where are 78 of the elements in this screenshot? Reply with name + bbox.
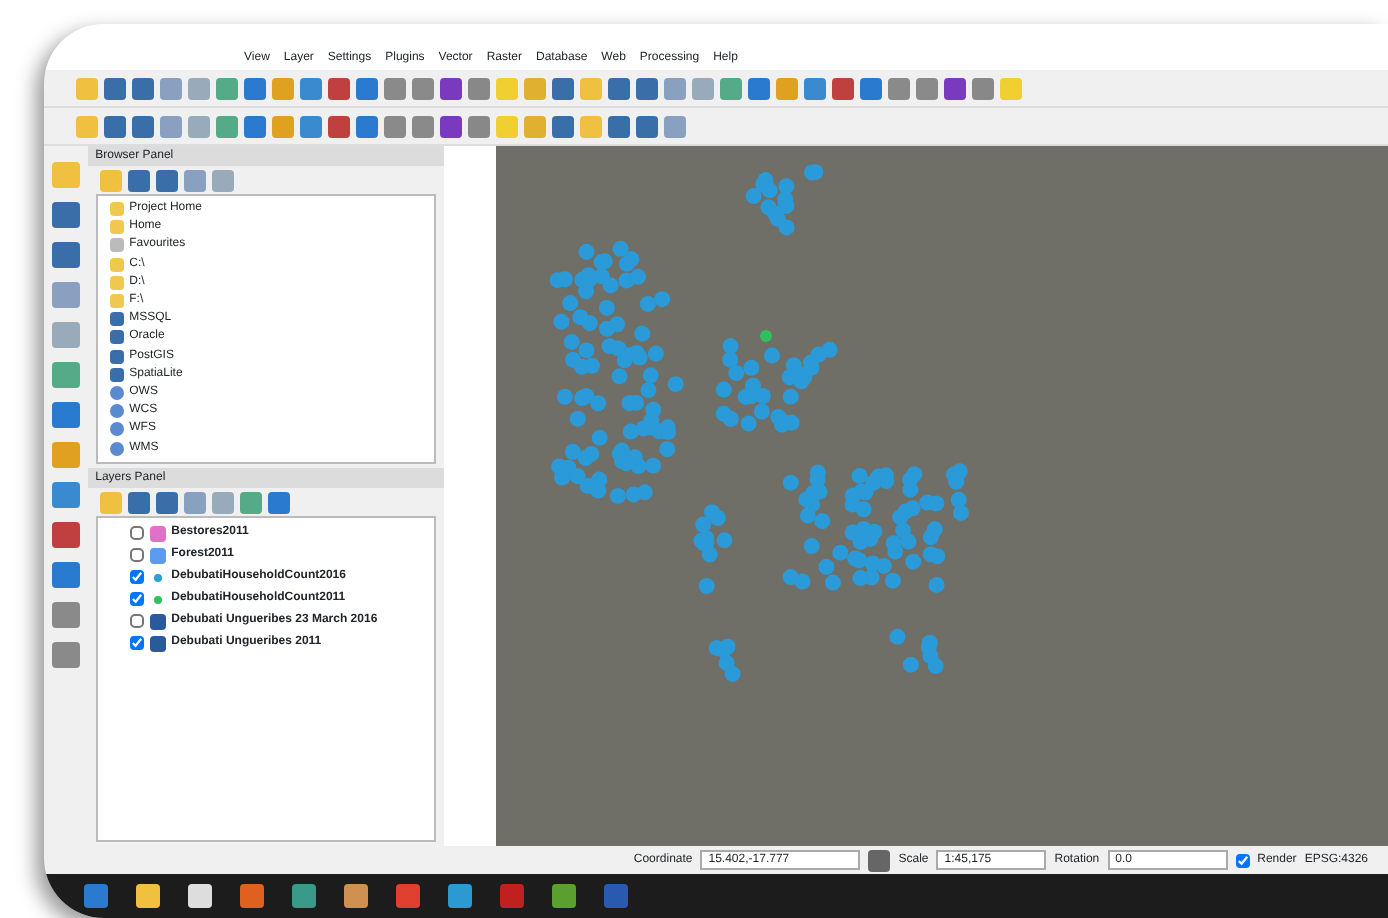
tool-icon[interactable]: [440, 115, 462, 137]
tool-icon[interactable]: [51, 402, 80, 428]
tool-icon[interactable]: [944, 77, 966, 99]
tool-icon[interactable]: [608, 77, 630, 99]
tool-icon[interactable]: [356, 115, 378, 137]
tool-icon[interactable]: [51, 522, 80, 548]
taskbar-app-icon[interactable]: [500, 884, 524, 908]
tool-icon[interactable]: [104, 115, 126, 137]
point-cluster: [745, 172, 795, 236]
point-cluster: [804, 164, 824, 181]
point-cluster: [889, 628, 944, 675]
tool-icon[interactable]: [244, 115, 266, 137]
taskbar-app-icon[interactable]: [292, 884, 316, 908]
tool-icon[interactable]: [552, 77, 574, 99]
tool-icon[interactable]: [916, 77, 938, 99]
taskbar-app-icon[interactable]: [344, 884, 368, 908]
layer-checkbox[interactable]: [129, 548, 144, 562]
tool-icon[interactable]: [440, 77, 462, 99]
tool-icon[interactable]: [832, 77, 854, 99]
tool-icon[interactable]: [51, 562, 80, 588]
render-checkbox[interactable]: [1235, 853, 1250, 867]
tool-icon[interactable]: [155, 491, 178, 513]
tool-icon[interactable]: [127, 491, 150, 513]
taskbar-app-icon[interactable]: [448, 884, 472, 908]
tool-icon[interactable]: [748, 77, 770, 99]
point-cluster: [693, 504, 733, 594]
tool-icon[interactable]: [300, 115, 322, 137]
point-cluster: [715, 338, 838, 433]
tool-icon[interactable]: [216, 115, 238, 137]
taskbar-app-icon[interactable]: [396, 884, 420, 908]
tool-icon[interactable]: [972, 77, 994, 99]
tool-icon[interactable]: [155, 169, 178, 191]
tool-icon[interactable]: [888, 77, 910, 99]
tool-icon[interactable]: [804, 77, 826, 99]
tool-icon[interactable]: [132, 77, 154, 99]
tool-icon[interactable]: [608, 115, 630, 137]
taskbar-app-icon[interactable]: [136, 884, 160, 908]
tool-icon[interactable]: [239, 491, 262, 513]
tool-icon[interactable]: [216, 77, 238, 99]
tool-icon[interactable]: [468, 115, 490, 137]
tool-icon[interactable]: [384, 115, 406, 137]
taskbar-app-icon[interactable]: [604, 884, 628, 908]
taskbar-app-icon[interactable]: [84, 884, 108, 908]
taskbar-app-icon[interactable]: [188, 884, 212, 908]
tool-icon[interactable]: [132, 115, 154, 137]
tool-icon[interactable]: [636, 77, 658, 99]
tool-icon[interactable]: [860, 77, 882, 99]
tool-icon[interactable]: [328, 77, 350, 99]
point-cluster: [708, 638, 741, 682]
tool-icon[interactable]: [104, 77, 126, 99]
tool-icon[interactable]: [51, 242, 80, 268]
tool-icon[interactable]: [244, 77, 266, 99]
mouse-icon: [868, 849, 891, 871]
layer-checkbox[interactable]: [129, 570, 144, 584]
tool-icon[interactable]: [412, 115, 434, 137]
tool-icon[interactable]: [51, 482, 80, 508]
layer-checkbox[interactable]: [129, 614, 144, 628]
taskbar-app-icon[interactable]: [240, 884, 264, 908]
layer-checkbox[interactable]: [129, 636, 144, 650]
taskbar-app-icon[interactable]: [552, 884, 576, 908]
tool-icon[interactable]: [328, 115, 350, 137]
tool-icon[interactable]: [300, 77, 322, 99]
tool-icon[interactable]: [127, 169, 150, 191]
layer-checkbox[interactable]: [129, 592, 144, 606]
map-point: [760, 330, 772, 342]
tool-icon[interactable]: [51, 362, 80, 388]
tool-icon[interactable]: [51, 602, 80, 628]
tool-icon[interactable]: [51, 202, 80, 228]
tool-icon[interactable]: [384, 77, 406, 99]
tool-icon[interactable]: [51, 642, 80, 668]
tool-icon[interactable]: [267, 491, 290, 513]
tool-icon[interactable]: [636, 115, 658, 137]
tool-icon[interactable]: [412, 77, 434, 99]
tool-icon[interactable]: [356, 77, 378, 99]
tool-icon[interactable]: [552, 115, 574, 137]
tool-icon[interactable]: [468, 77, 490, 99]
layer-checkbox[interactable]: [129, 526, 144, 540]
tool-icon[interactable]: [720, 77, 742, 99]
